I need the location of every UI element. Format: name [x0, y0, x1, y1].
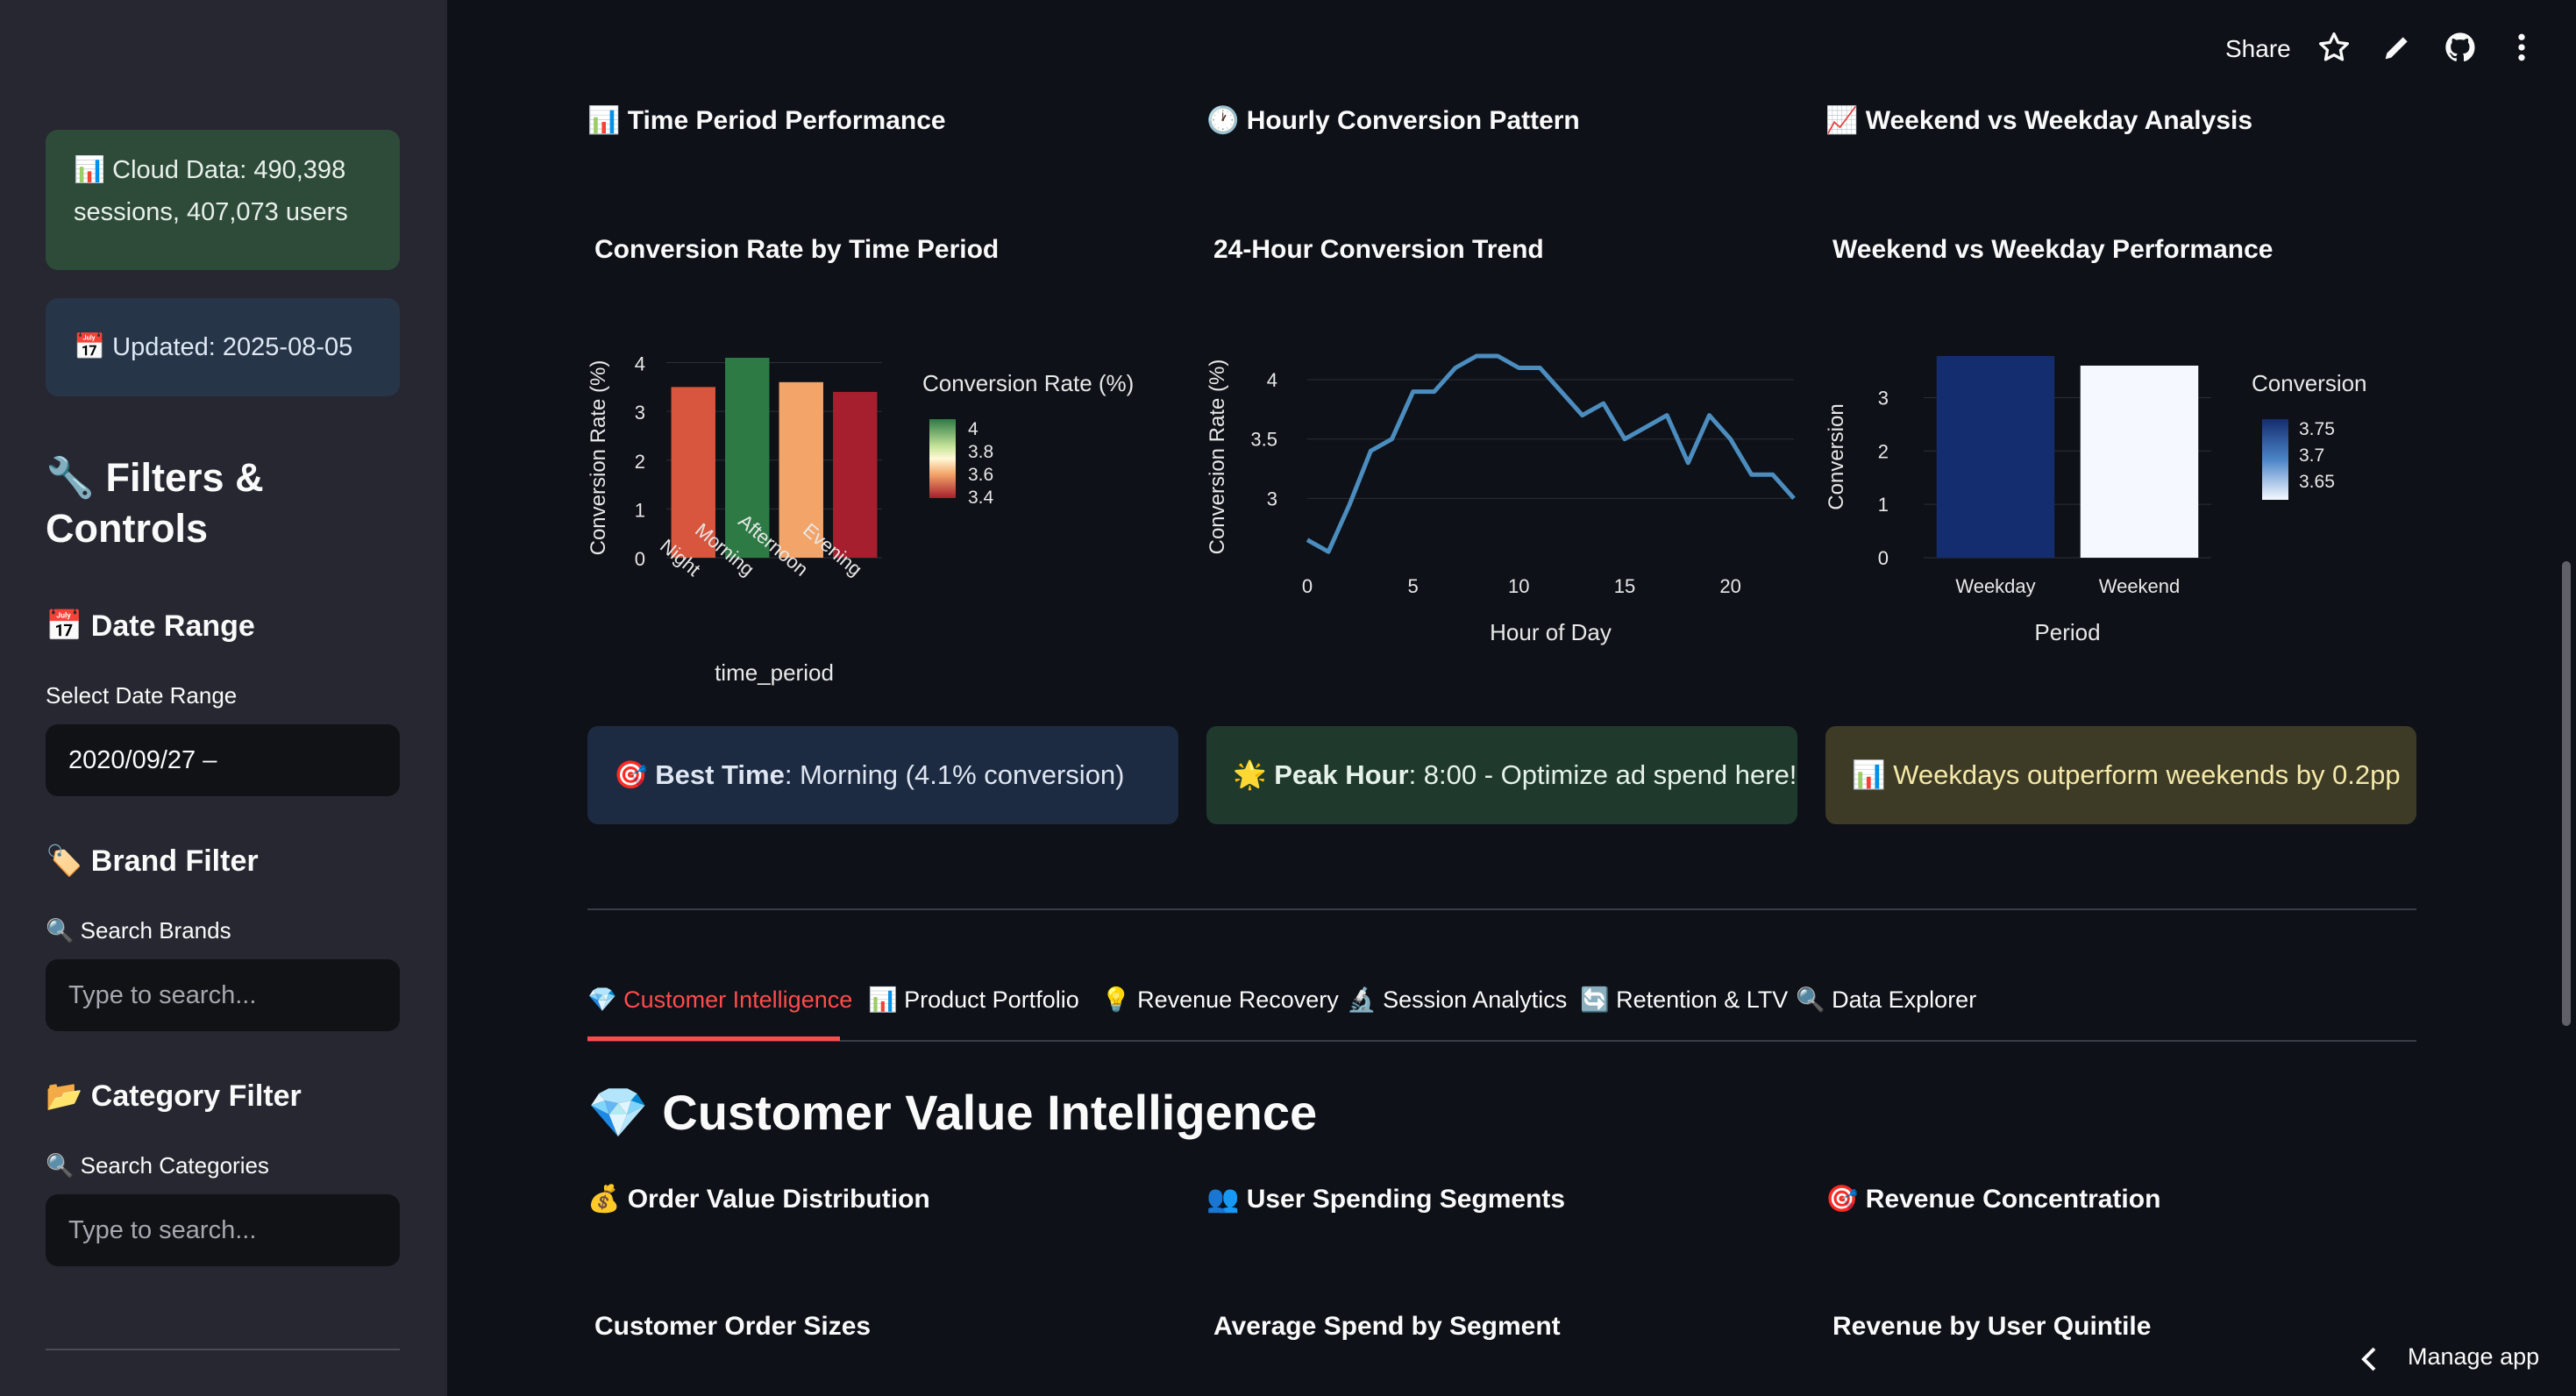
y-tick-label: 4 — [635, 353, 645, 375]
tab-data-explorer[interactable]: 🔍 Data Explorer — [1796, 986, 1976, 1014]
bar — [833, 391, 878, 558]
time-period-section-title: 📊 Time Period Performance — [587, 106, 946, 135]
legend-tick: 3.4 — [968, 488, 994, 508]
github-icon[interactable] — [2443, 30, 2478, 65]
cloud-data-info: 📊 Cloud Data: 490,398 sessions, 407,073 … — [46, 130, 400, 270]
peak-hour-prefix: 🌟 — [1233, 759, 1275, 790]
date-range-title: 📅 Date Range — [46, 609, 255, 643]
legend-colorbar — [2262, 419, 2288, 500]
x-tick-label: 20 — [1719, 575, 1740, 597]
x-tick-label: 15 — [1614, 575, 1635, 597]
best-time-bold: Best Time — [655, 759, 785, 790]
y-tick-label: 2 — [635, 451, 645, 473]
y-axis-label: Conversion Rate (%) — [1206, 360, 1229, 555]
x-tick-label: Weekend — [2099, 575, 2181, 597]
order-sizes-chart-title: Customer Order Sizes — [594, 1312, 872, 1341]
chevron-left-icon[interactable] — [2360, 1347, 2378, 1371]
main-scrollbar[interactable] — [2562, 561, 2571, 1026]
tab-customer-intelligence[interactable]: 💎 Customer Intelligence — [587, 986, 852, 1014]
tab-retention-ltv[interactable]: 🔄 Retention & LTV — [1580, 986, 1788, 1014]
updated-info: 📅 Updated: 2025-08-05 — [46, 298, 400, 396]
category-search-label: 🔍 Search Categories — [46, 1152, 269, 1179]
legend-colorbar — [929, 419, 956, 498]
spend-segment-chart-title: Average Spend by Segment — [1213, 1312, 1561, 1341]
filters-title: 🔧 Filters & Controls — [46, 455, 264, 551]
y-tick-label: 3 — [635, 402, 645, 424]
active-tab-indicator — [587, 1036, 840, 1041]
y-tick-label: 2 — [1878, 440, 1889, 462]
peak-hour-insight: 🌟 Peak Hour: 8:00 - Optimize ad spend he… — [1206, 726, 1797, 824]
tab-session-analytics[interactable]: 🔬 Session Analytics — [1347, 986, 1567, 1014]
legend-title: Conversion Rate (%) — [922, 370, 1134, 396]
tab-product-portfolio[interactable]: 📊 Product Portfolio — [868, 986, 1079, 1014]
chart-hourly: 3 3.5 4 0 5 10 15 20 Hour of Day Conversion Rate … — [1206, 353, 1796, 645]
sidebar-divider — [46, 1349, 400, 1350]
customer-value-title: 💎 Customer Value Intelligence — [587, 1085, 1318, 1140]
x-axis-label: Hour of Day — [1490, 619, 1612, 645]
revenue-quintile-chart-title: Revenue by User Quintile — [1832, 1312, 2152, 1341]
y-axis-label: Conversion Rate (%) — [587, 360, 610, 556]
x-tick-label: 10 — [1508, 575, 1529, 597]
x-tick-label: 0 — [1302, 575, 1313, 597]
legend-tick: 3.8 — [968, 442, 993, 462]
best-time-prefix: 🎯 — [614, 759, 656, 790]
chart-weekend-weekday: 0 1 2 3 Weekday Weekend Period Conversion Conver… — [1825, 356, 2367, 645]
chart2-title: 24-Hour Conversion Trend — [1213, 235, 1544, 264]
y-tick-label: 0 — [635, 548, 645, 570]
legend-tick: 4 — [968, 419, 978, 439]
legend-tick: 3.65 — [2299, 472, 2335, 492]
tab-bar: 💎 Customer Intelligence 📊 Product Portfo… — [587, 980, 2416, 1042]
share-button[interactable]: Share — [2225, 35, 2291, 63]
y-axis-label: Conversion — [1825, 403, 1848, 509]
tab-revenue-recovery[interactable]: 💡 Revenue Recovery — [1101, 986, 1339, 1014]
spending-segments-section-title: 👥 User Spending Segments — [1206, 1185, 1566, 1214]
bar — [1936, 356, 2055, 558]
legend-tick: 3.7 — [2299, 445, 2324, 466]
date-range-input[interactable]: 2020/09/27 – — [46, 724, 400, 796]
more-vertical-icon[interactable] — [2504, 30, 2539, 65]
hourly-section-title: 🕐 Hourly Conversion Pattern — [1206, 106, 1580, 135]
y-tick-label: 3 — [1878, 387, 1889, 409]
divider — [587, 908, 2416, 910]
y-tick-label: 0 — [1878, 547, 1889, 569]
y-tick-label: 1 — [635, 499, 645, 521]
brand-search-input[interactable]: Type to search... — [46, 959, 400, 1031]
chart1-title: Conversion Rate by Time Period — [594, 235, 1000, 264]
x-tick-label: 5 — [1408, 575, 1419, 597]
sidebar: 📊 Cloud Data: 490,398 sessions, 407,073 … — [0, 0, 447, 1396]
best-time-insight: 🎯 Best Time: Morning (4.1% conversion) — [587, 726, 1178, 824]
legend-title: Conversion — [2252, 370, 2367, 396]
y-tick-label: 3.5 — [1250, 429, 1277, 451]
category-search-input[interactable]: Type to search... — [46, 1194, 400, 1266]
x-axis-label: time_period — [715, 659, 834, 686]
order-value-section-title: 💰 Order Value Distribution — [587, 1185, 930, 1214]
bar — [2080, 365, 2199, 558]
weekdays-insight: 📊 Weekdays outperform weekends by 0.2pp — [1825, 726, 2416, 824]
series-line — [1306, 353, 1796, 554]
brand-search-label: 🔍 Search Brands — [46, 917, 231, 944]
peak-hour-bold: Peak Hour — [1274, 759, 1409, 790]
y-tick-label: 4 — [1267, 369, 1277, 391]
brand-filter-title: 🏷️ Brand Filter — [46, 844, 259, 878]
x-tick-label: Weekday — [1955, 575, 2035, 597]
category-filter-title: 📂 Category Filter — [46, 1079, 302, 1113]
revenue-concentration-section-title: 🎯 Revenue Concentration — [1825, 1185, 2161, 1214]
peak-hour-text: : 8:00 - Optimize ad spend here! — [1408, 759, 1797, 790]
chart3-title: Weekend vs Weekday Performance — [1832, 235, 2274, 264]
star-icon[interactable] — [2316, 30, 2352, 65]
legend-tick: 3.6 — [968, 465, 993, 485]
pencil-icon[interactable] — [2380, 30, 2415, 65]
manage-app-button[interactable]: Manage app — [2408, 1343, 2539, 1371]
x-axis-label: Period — [2034, 619, 2100, 645]
legend-tick: 3.75 — [2299, 419, 2335, 439]
date-range-label: Select Date Range — [46, 682, 238, 709]
chart-time-period: 01234NightMorningAfternoonEveningtime_pe… — [587, 353, 1134, 686]
y-tick-label: 3 — [1267, 488, 1277, 509]
weekend-section-title: 📈 Weekend vs Weekday Analysis — [1825, 106, 2253, 135]
best-time-text: : Morning (4.1% conversion) — [784, 759, 1125, 790]
y-tick-label: 1 — [1878, 494, 1889, 516]
